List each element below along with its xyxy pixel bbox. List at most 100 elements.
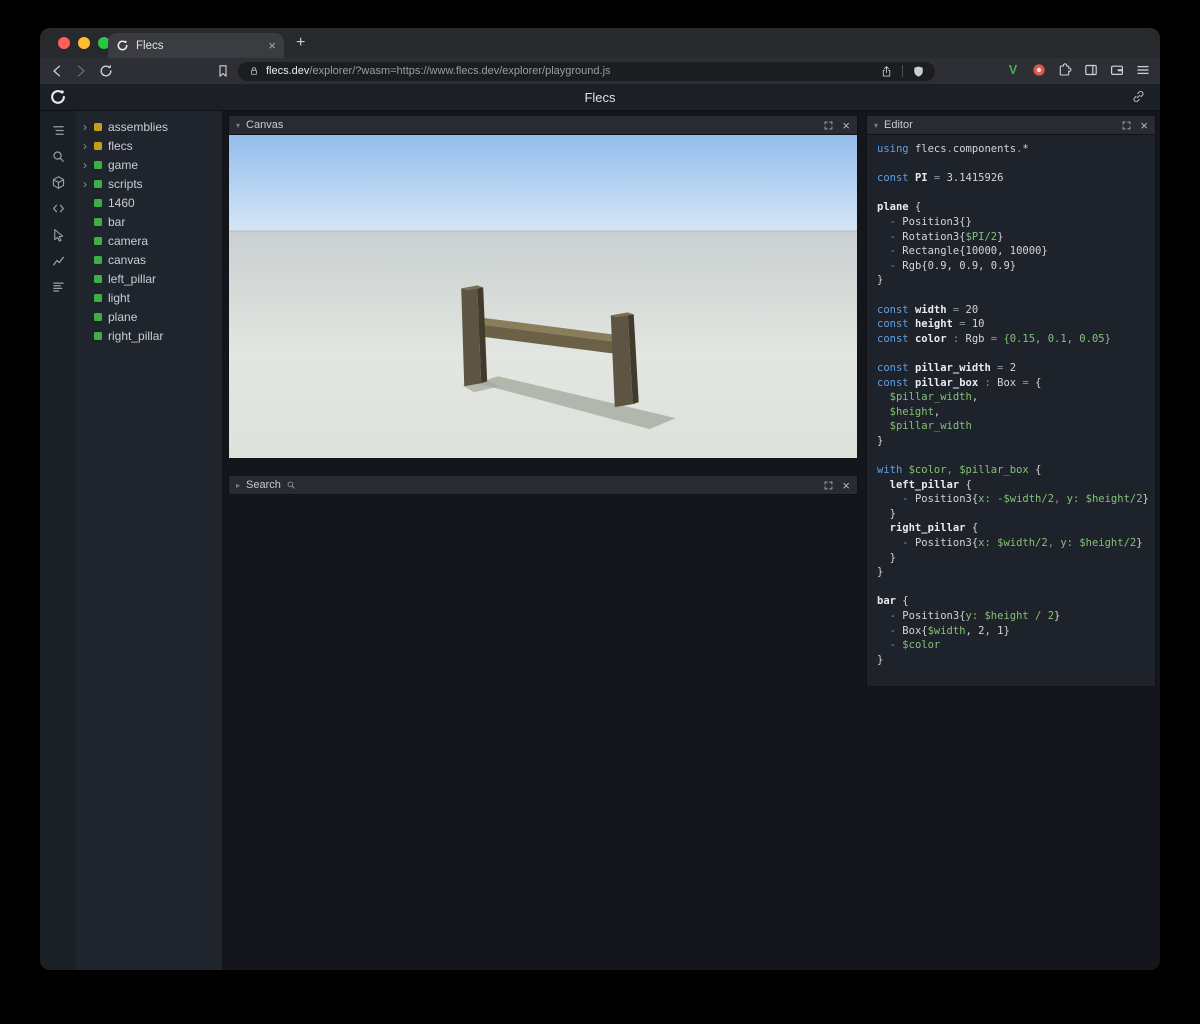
entity-tree-icon[interactable]	[40, 117, 76, 143]
code-line: - Rotation3{$PI/2}	[877, 230, 1004, 243]
expand-chevron-icon[interactable]: ›	[83, 178, 94, 190]
entity-label: 1460	[108, 195, 135, 210]
code-line: $pillar_width	[877, 420, 972, 433]
code-line: }	[877, 566, 884, 579]
tree-item-flecs[interactable]: › flecs	[76, 136, 222, 155]
expand-chevron-icon[interactable]: ›	[83, 159, 94, 171]
code-line: - Position3{}	[877, 215, 972, 228]
tree-item-light[interactable]: light	[76, 288, 222, 307]
code-line: const pillar_width = 2	[877, 361, 1017, 374]
code-line: const color : Rgb = {0.15, 0.1, 0.05}	[877, 332, 1111, 345]
code-line: bar {	[877, 595, 909, 608]
tree-item-camera[interactable]: camera	[76, 231, 222, 250]
close-window-button[interactable]	[58, 37, 70, 49]
browser-window: Flecs × + flecs.dev/explorer/?wasm=https…	[40, 28, 1160, 970]
code-line: $height,	[877, 405, 941, 418]
editor-panel: ▾ Editor × using flecs.components.* cons…	[866, 115, 1156, 687]
entity-kind-swatch	[94, 331, 102, 340]
entity-label: plane	[108, 309, 138, 324]
tree-item-right_pillar[interactable]: right_pillar	[76, 326, 222, 345]
app-body: › assemblies › flecs › game › scripts 1460 bar cam…	[40, 111, 1160, 970]
code-line: - Rgb{0.9, 0.9, 0.9}	[877, 259, 1017, 272]
stats-icon[interactable]	[40, 273, 76, 299]
share-link-icon[interactable]	[1131, 89, 1146, 104]
tree-item-canvas[interactable]: canvas	[76, 250, 222, 269]
address-bar[interactable]: flecs.dev/explorer/?wasm=https://www.fle…	[238, 61, 935, 81]
code-line: }	[877, 653, 884, 666]
close-panel-icon[interactable]: ×	[1140, 119, 1148, 132]
back-icon[interactable]	[48, 62, 66, 80]
brave-shield-icon[interactable]	[912, 65, 925, 78]
panel-collapse-icon[interactable]: ▾	[874, 121, 878, 130]
wallet-icon[interactable]	[1109, 62, 1126, 79]
code-line: const width = 20	[877, 303, 979, 316]
panel-collapse-icon[interactable]: ▾	[236, 121, 240, 130]
extensions-puzzle-icon[interactable]	[1057, 62, 1074, 79]
browser-toolbar: flecs.dev/explorer/?wasm=https://www.fle…	[40, 58, 1160, 84]
code-editor[interactable]: using flecs.components.* const PI = 3.14…	[866, 135, 1156, 687]
panel-title: Search	[246, 479, 281, 491]
3d-viewport[interactable]	[228, 135, 858, 459]
tab-close-icon[interactable]: ×	[268, 39, 276, 52]
tab-title: Flecs	[136, 39, 164, 52]
red-extension-icon[interactable]	[1031, 62, 1048, 79]
entity-label: left_pillar	[108, 271, 157, 286]
expand-chevron-icon[interactable]: ›	[83, 121, 94, 133]
charts-icon[interactable]	[40, 247, 76, 273]
expand-chevron-icon[interactable]: ›	[83, 140, 94, 152]
forward-icon[interactable]	[72, 62, 90, 80]
vimium-extension-icon[interactable]: V	[1005, 62, 1022, 79]
expand-panel-icon[interactable]	[823, 480, 834, 491]
bookmark-icon[interactable]	[214, 62, 232, 80]
window-controls	[58, 37, 110, 49]
tree-item-plane[interactable]: plane	[76, 307, 222, 326]
close-panel-icon[interactable]: ×	[842, 479, 850, 492]
code-line: - $color	[877, 639, 941, 652]
script-code-icon[interactable]	[40, 195, 76, 221]
entity-label: right_pillar	[108, 328, 164, 343]
tab-strip: Flecs × +	[40, 28, 1160, 58]
tree-item-bar[interactable]: bar	[76, 212, 222, 231]
menu-icon[interactable]	[1135, 62, 1152, 79]
close-panel-icon[interactable]: ×	[842, 119, 850, 132]
panel-title: Editor	[884, 119, 913, 131]
code-line: const height = 10	[877, 318, 985, 331]
code-line: }	[877, 274, 884, 287]
tree-item-1460[interactable]: 1460	[76, 193, 222, 212]
code-line: - Box{$width, 2, 1}	[877, 624, 1010, 637]
code-line: left_pillar {	[877, 478, 972, 491]
tool-sidebar	[40, 111, 76, 970]
inspector-icon[interactable]	[40, 221, 76, 247]
reload-icon[interactable]	[97, 62, 115, 80]
page-title: Flecs	[584, 90, 616, 105]
entity-kind-swatch	[94, 274, 102, 283]
minimize-window-button[interactable]	[78, 37, 90, 49]
panel-collapse-icon[interactable]: ▸	[236, 481, 240, 490]
panel-title: Canvas	[246, 119, 284, 131]
entity-kind-swatch	[94, 217, 102, 226]
entity-label: assemblies	[108, 119, 169, 134]
code-line: }	[877, 434, 884, 447]
tree-item-scripts[interactable]: › scripts	[76, 174, 222, 193]
code-line: const PI = 3.1415926	[877, 172, 1004, 185]
tree-item-left_pillar[interactable]: left_pillar	[76, 269, 222, 288]
entities-cube-icon[interactable]	[40, 169, 76, 195]
search-icon	[286, 480, 296, 490]
expand-panel-icon[interactable]	[823, 120, 834, 131]
tree-item-game[interactable]: › game	[76, 155, 222, 174]
entity-kind-swatch	[94, 160, 102, 169]
query-search-icon[interactable]	[40, 143, 76, 169]
canvas-panel: ▾ Canvas ×	[228, 115, 858, 459]
tree-item-assemblies[interactable]: › assemblies	[76, 117, 222, 136]
entity-kind-swatch	[94, 293, 102, 302]
code-line: const pillar_box : Box = {	[877, 376, 1042, 389]
browser-tab-flecs[interactable]: Flecs ×	[108, 33, 284, 58]
share-icon[interactable]	[880, 65, 893, 78]
sidebar-toggle-icon[interactable]	[1083, 62, 1100, 79]
expand-panel-icon[interactable]	[1121, 120, 1132, 131]
new-tab-button[interactable]: +	[296, 34, 305, 52]
